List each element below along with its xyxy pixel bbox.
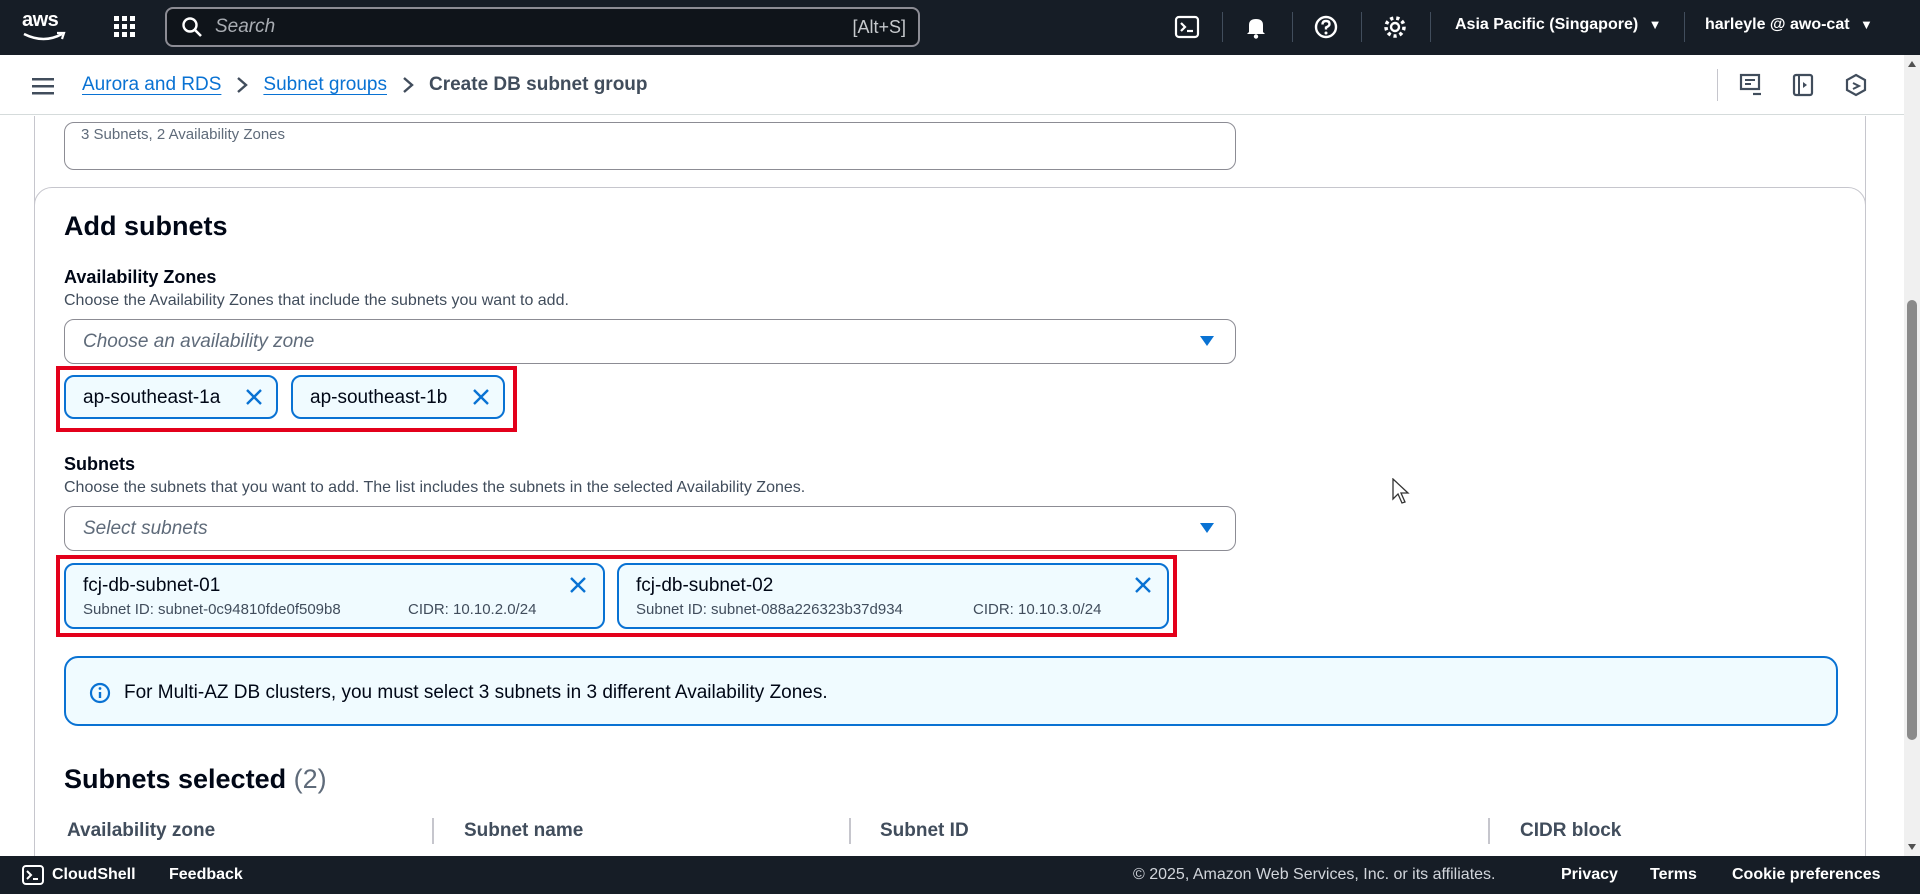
terms-link[interactable]: Terms xyxy=(1650,866,1697,884)
add-subnets-card: Add subnets Availability Zones Choose th… xyxy=(34,187,1866,856)
notifications-panel-icon[interactable] xyxy=(1738,72,1764,98)
highlight-box xyxy=(56,366,517,432)
footer: CloudShell Feedback © 2025, Amazon Web S… xyxy=(0,856,1920,894)
caret-down-icon: ▼ xyxy=(1860,17,1873,32)
copyright-text: © 2025, Amazon Web Services, Inc. or its… xyxy=(1133,866,1496,883)
subnets-selected-title: Subnets selected xyxy=(64,764,287,794)
region-selector[interactable]: Asia Pacific (Singapore) ▼ xyxy=(1455,16,1662,34)
breadcrumb-aurora-rds[interactable]: Aurora and RDS xyxy=(82,74,221,96)
scroll-up-arrow-icon[interactable] xyxy=(1908,61,1916,67)
search-shortcut: [Alt+S] xyxy=(852,16,906,37)
scrollbar-thumb[interactable] xyxy=(1907,300,1917,740)
cloudshell-icon[interactable] xyxy=(1174,14,1200,40)
settings-gear-icon[interactable] xyxy=(1382,14,1408,40)
subnets-label: Subnets xyxy=(64,454,136,474)
nav-separator xyxy=(1292,12,1293,42)
breadcrumb-bar: Aurora and RDS Subnet groups Create DB s… xyxy=(0,55,1904,115)
nav-separator xyxy=(1222,12,1223,42)
toolbar-separator xyxy=(1717,69,1718,101)
cloudshell-link[interactable]: CloudShell xyxy=(52,866,136,884)
caret-down-icon: ▼ xyxy=(1648,17,1662,32)
info-alert-text: For Multi-AZ DB clusters, you must selec… xyxy=(124,682,828,703)
cloudshell-icon[interactable] xyxy=(22,865,44,885)
mouse-cursor-icon xyxy=(1392,478,1410,504)
caret-down-icon xyxy=(1200,336,1214,346)
feedback-link[interactable]: Feedback xyxy=(169,866,243,884)
caret-down-icon xyxy=(1200,523,1214,533)
nav-separator xyxy=(1684,12,1685,42)
summary-text: 3 Subnets, 2 Availability Zones xyxy=(81,126,286,143)
notifications-bell-icon[interactable] xyxy=(1243,14,1269,40)
account-menu[interactable]: harleyle @ awo-cat ▼ xyxy=(1705,16,1873,34)
summary-field: 3 Subnets, 2 Availability Zones xyxy=(64,122,1236,170)
side-panel-hexagon-icon[interactable] xyxy=(1843,72,1869,98)
services-grid-icon[interactable] xyxy=(112,14,138,40)
availability-zone-select[interactable]: Choose an availability zone xyxy=(64,319,1236,364)
subnets-select[interactable]: Select subnets xyxy=(64,506,1236,551)
menu-hamburger-icon[interactable] xyxy=(32,77,54,95)
column-header-cidr-block[interactable]: CIDR block xyxy=(1520,820,1621,842)
nav-separator xyxy=(1361,12,1362,42)
column-separator[interactable] xyxy=(849,818,851,844)
column-header-subnet-id[interactable]: Subnet ID xyxy=(880,820,969,842)
page-scrollbar[interactable] xyxy=(1904,55,1920,856)
top-navigation: aws Search [Alt+S] Asia Pacific (Singapo… xyxy=(0,0,1920,55)
chevron-right-icon xyxy=(403,77,414,93)
availability-zone-placeholder: Choose an availability zone xyxy=(83,331,315,352)
column-separator[interactable] xyxy=(1488,818,1490,844)
search-placeholder: Search xyxy=(215,16,276,37)
aws-smile-icon xyxy=(23,31,66,41)
subnets-placeholder: Select subnets xyxy=(83,518,208,539)
column-separator[interactable] xyxy=(432,818,434,844)
breadcrumb: Aurora and RDS Subnet groups Create DB s… xyxy=(82,74,648,96)
chevron-right-icon xyxy=(237,77,249,93)
highlight-box xyxy=(56,555,1177,637)
region-label: Asia Pacific (Singapore) xyxy=(1455,16,1639,33)
search-input[interactable]: Search [Alt+S] xyxy=(165,7,920,47)
breadcrumb-subnet-groups[interactable]: Subnet groups xyxy=(263,74,387,96)
info-icon xyxy=(89,682,111,704)
account-label: harleyle @ awo-cat xyxy=(1705,16,1850,33)
search-icon xyxy=(182,17,202,37)
help-icon[interactable] xyxy=(1313,14,1339,40)
cookie-preferences-link[interactable]: Cookie preferences xyxy=(1732,866,1881,884)
availability-zones-description: Choose the Availability Zones that inclu… xyxy=(64,292,569,309)
subnets-selected-heading: Subnets selected (2) xyxy=(64,764,327,795)
main-content: 3 Subnets, 2 Availability Zones Add subn… xyxy=(0,116,1904,856)
help-panel-icon[interactable] xyxy=(1790,72,1816,98)
add-subnets-heading: Add subnets xyxy=(64,211,228,241)
info-alert: For Multi-AZ DB clusters, you must selec… xyxy=(64,656,1838,726)
scroll-down-arrow-icon[interactable] xyxy=(1908,844,1916,850)
privacy-link[interactable]: Privacy xyxy=(1561,866,1618,884)
aws-logo-text: aws xyxy=(22,9,59,31)
availability-zones-label: Availability Zones xyxy=(64,267,217,287)
subnets-description: Choose the subnets that you want to add.… xyxy=(64,479,806,496)
nav-separator xyxy=(1430,12,1431,42)
column-header-subnet-name[interactable]: Subnet name xyxy=(464,820,583,842)
column-header-availability-zone[interactable]: Availability zone xyxy=(67,820,215,842)
subnets-selected-count: (2) xyxy=(293,764,327,794)
breadcrumb-current: Create DB subnet group xyxy=(429,74,648,95)
aws-logo[interactable]: aws xyxy=(22,9,70,45)
